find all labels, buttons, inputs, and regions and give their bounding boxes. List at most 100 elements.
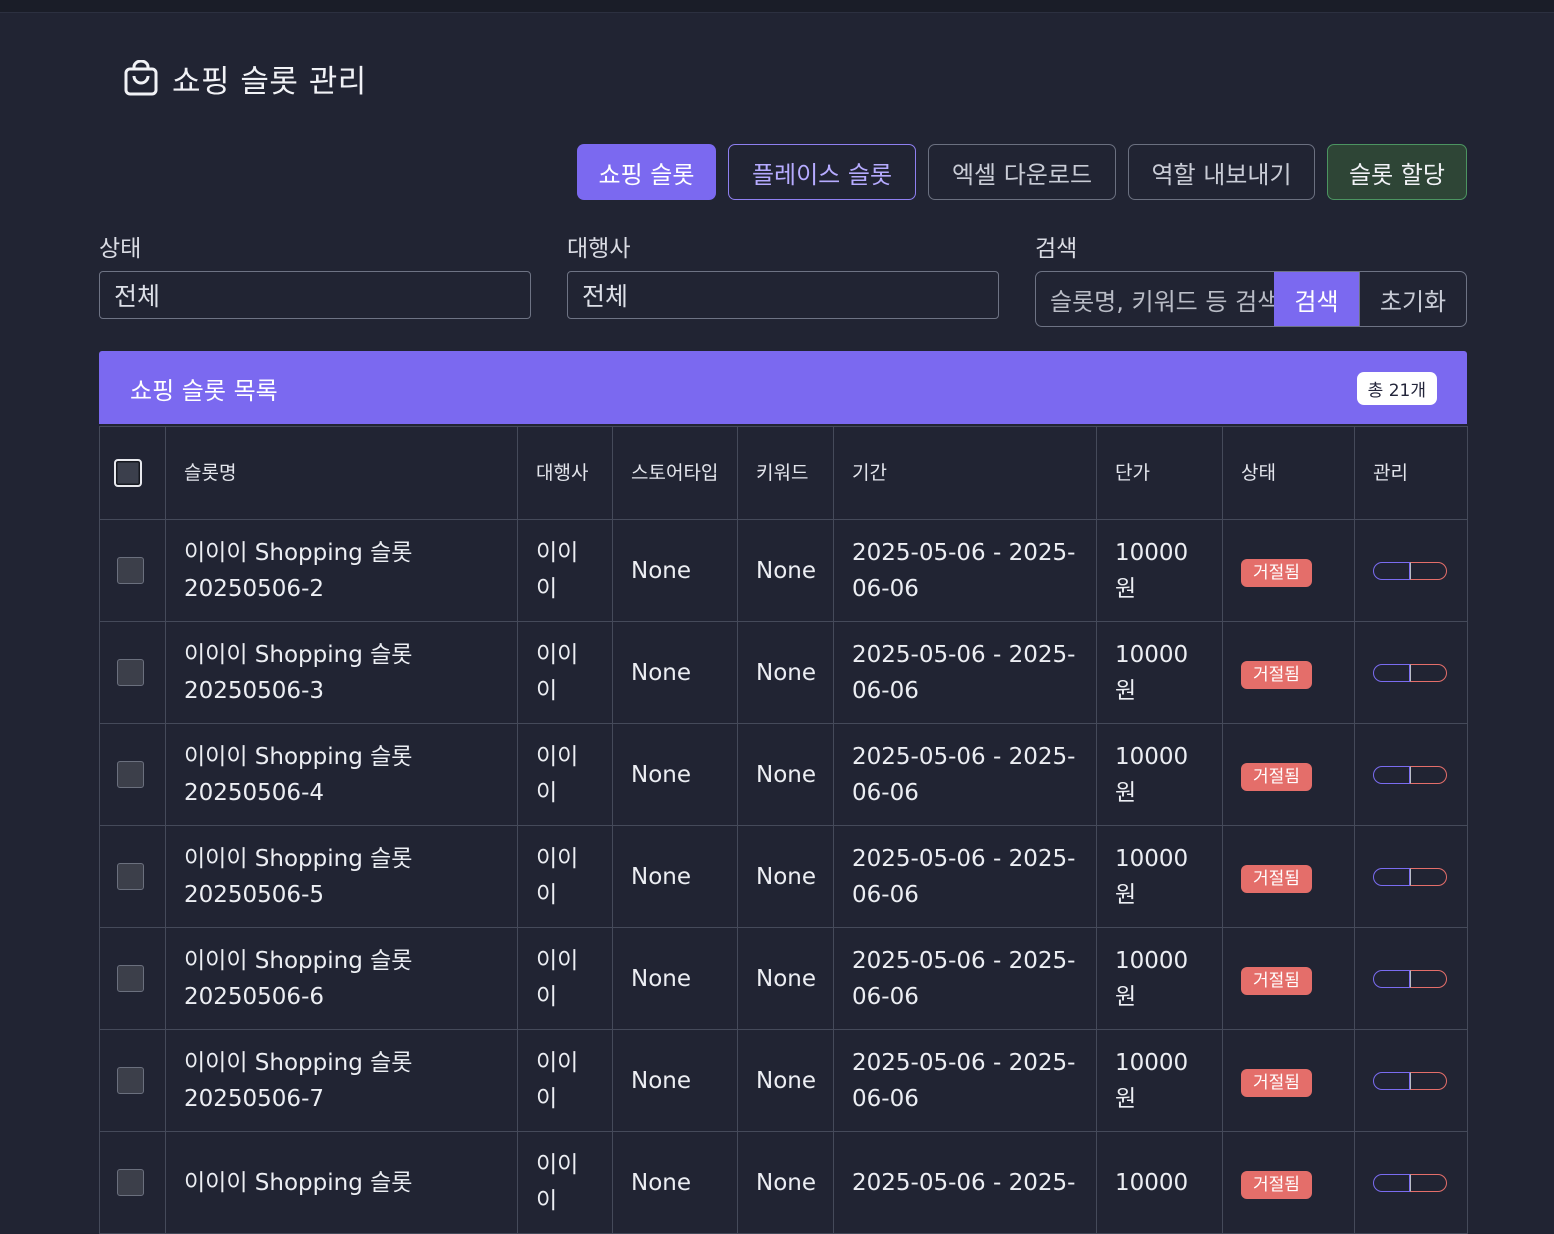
agency-cell: 이이이 [517, 723, 613, 826]
status-badge: 거절됨 [1241, 1068, 1312, 1097]
table-header-row: 슬롯명 대행사 스토어타입 키워드 기간 단가 상태 관리 [99, 426, 1468, 520]
keyword-cell: None [737, 1131, 834, 1234]
edit-button[interactable] [1373, 561, 1410, 580]
agency-filter-select[interactable]: 전체 [567, 271, 999, 319]
row-checkbox[interactable] [117, 863, 144, 890]
shopping-slot-button[interactable]: 쇼핑 슬롯 [577, 144, 716, 200]
status-badge: 거절됨 [1241, 966, 1312, 995]
row-checkbox[interactable] [117, 557, 144, 584]
row-checkbox[interactable] [117, 659, 144, 686]
store-type-cell: None [612, 723, 738, 826]
period-cell: 2025-05-06 - 2025-06-06 [833, 825, 1097, 928]
price-cell: 10000 [1096, 1131, 1223, 1234]
column-header[interactable]: 상태 [1222, 426, 1355, 520]
search-label: 검색 [1035, 236, 1078, 262]
row-checkbox[interactable] [117, 1169, 144, 1196]
slot-name-cell: 이이이 Shopping 슬롯 20250506-4 [165, 723, 518, 826]
manage-button-group [1373, 867, 1447, 886]
agency-cell: 이이이 [517, 927, 613, 1030]
price-cell: 10000원 [1096, 825, 1223, 928]
status-badge: 거절됨 [1241, 864, 1312, 893]
period-cell: 2025-05-06 - 2025-06-06 [833, 927, 1097, 1030]
row-checkbox[interactable] [117, 761, 144, 788]
store-type-cell: None [612, 621, 738, 724]
keyword-cell: None [737, 621, 834, 724]
price-cell: 10000원 [1096, 1029, 1223, 1132]
manage-button-group [1373, 561, 1447, 580]
period-cell: 2025-05-06 - 2025-06-06 [833, 1029, 1097, 1132]
list-title: 쇼핑 슬롯 목록 [130, 377, 278, 405]
agency-cell: 이이이 [517, 1029, 613, 1132]
edit-button[interactable] [1373, 1173, 1410, 1192]
store-type-cell: None [612, 825, 738, 928]
delete-button[interactable] [1410, 969, 1447, 988]
status-filter-label: 상태 [99, 236, 142, 262]
toolbar: 쇼핑 슬롯 플레이스 슬롯 엑셀 다운로드 역할 내보내기 슬롯 할당 [577, 144, 1467, 200]
search-input[interactable]: 슬롯명, 키워드 등 검색 [1036, 272, 1274, 326]
manage-button-group [1373, 765, 1447, 784]
reset-button[interactable]: 초기화 [1359, 272, 1466, 326]
store-type-cell: None [612, 519, 738, 622]
excel-download-button[interactable]: 엑셀 다운로드 [928, 144, 1116, 200]
edit-button[interactable] [1373, 867, 1410, 886]
select-all-checkbox[interactable] [114, 459, 142, 487]
edit-button[interactable] [1373, 765, 1410, 784]
period-cell: 2025-05-06 - 2025-06-06 [833, 621, 1097, 724]
slot-name-cell: 이이이 Shopping 슬롯 20250506-6 [165, 927, 518, 1030]
place-slot-button[interactable]: 플레이스 슬롯 [728, 144, 916, 200]
agency-cell: 이이이 [517, 1131, 613, 1234]
count-badge: 총 21개 [1356, 372, 1437, 405]
status-badge: 거절됨 [1241, 762, 1312, 791]
delete-button[interactable] [1410, 1071, 1447, 1090]
keyword-cell: None [737, 519, 834, 622]
status-badge: 거절됨 [1241, 660, 1312, 689]
agency-filter-label: 대행사 [567, 236, 631, 262]
edit-button[interactable] [1373, 969, 1410, 988]
keyword-cell: None [737, 927, 834, 1030]
column-header[interactable]: 키워드 [737, 426, 834, 520]
slot-name-cell: 이이이 Shopping 슬롯 20250506-7 [165, 1029, 518, 1132]
delete-button[interactable] [1410, 663, 1447, 682]
manage-button-group [1373, 969, 1447, 988]
top-bar [0, 0, 1554, 13]
slot-assign-button[interactable]: 슬롯 할당 [1327, 144, 1467, 200]
page-header: 쇼핑 슬롯 관리 [124, 58, 367, 100]
delete-button[interactable] [1410, 867, 1447, 886]
manage-button-group [1373, 663, 1447, 682]
column-header[interactable]: 슬롯명 [165, 426, 518, 520]
status-filter-select[interactable]: 전체 [99, 271, 531, 319]
status-badge: 거절됨 [1241, 1170, 1312, 1199]
role-export-button[interactable]: 역할 내보내기 [1128, 144, 1315, 200]
period-cell: 2025-05-06 - 2025-06-06 [833, 723, 1097, 826]
slot-name-cell: 이이이 Shopping 슬롯 [165, 1131, 518, 1234]
keyword-cell: None [737, 825, 834, 928]
edit-button[interactable] [1373, 663, 1410, 682]
status-filter-value: 전체 [114, 282, 161, 311]
column-header[interactable]: 기간 [833, 426, 1097, 520]
slot-table: 슬롯명 대행사 스토어타입 키워드 기간 단가 상태 관리 이이이 Shoppi… [99, 426, 1468, 1234]
column-header[interactable]: 대행사 [517, 426, 613, 520]
agency-cell: 이이이 [517, 519, 613, 622]
row-checkbox[interactable] [117, 965, 144, 992]
search-button[interactable]: 검색 [1274, 272, 1359, 326]
table-row: 이이이 Shopping 슬롯 20250506-2 이이이 None None… [99, 519, 1468, 622]
slot-name-cell: 이이이 Shopping 슬롯 20250506-5 [165, 825, 518, 928]
keyword-cell: None [737, 723, 834, 826]
manage-button-group [1373, 1173, 1447, 1192]
delete-button[interactable] [1410, 1173, 1447, 1192]
agency-cell: 이이이 [517, 825, 613, 928]
search-group: 슬롯명, 키워드 등 검색 검색 초기화 [1035, 271, 1467, 327]
list-header: 쇼핑 슬롯 목록 총 21개 [99, 351, 1467, 424]
row-checkbox[interactable] [117, 1067, 144, 1094]
keyword-cell: None [737, 1029, 834, 1132]
delete-button[interactable] [1410, 561, 1447, 580]
delete-button[interactable] [1410, 765, 1447, 784]
period-cell: 2025-05-06 - 2025-06-06 [833, 519, 1097, 622]
store-type-cell: None [612, 927, 738, 1030]
edit-button[interactable] [1373, 1071, 1410, 1090]
table-row: 이이이 Shopping 슬롯 20250506-7 이이이 None None… [99, 1029, 1468, 1132]
table-row: 이이이 Shopping 슬롯 20250506-4 이이이 None None… [99, 723, 1468, 826]
column-header[interactable]: 단가 [1096, 426, 1223, 520]
column-header[interactable]: 스토어타입 [612, 426, 738, 520]
column-header: 관리 [1354, 426, 1468, 520]
